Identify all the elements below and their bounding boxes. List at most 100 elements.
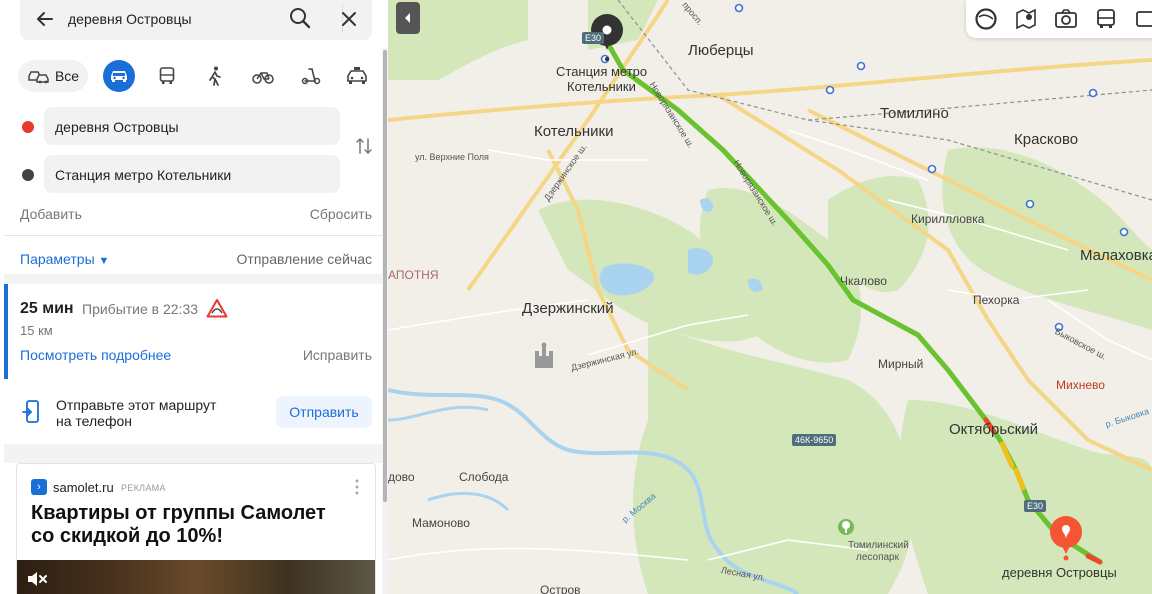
close-icon[interactable] (338, 8, 360, 30)
destination-marker-icon (22, 169, 34, 181)
ad-site[interactable]: samolet.ru (53, 480, 114, 495)
map-label-pekhorka: Пехорка (973, 293, 1020, 307)
caret-down-icon: ▼ (98, 255, 110, 267)
road-badge-e30: E30 (1024, 500, 1047, 512)
parameters-dropdown[interactable]: Параметры ▼ (20, 251, 109, 267)
taxi-icon (347, 67, 367, 84)
section-gap (4, 274, 382, 284)
send-to-phone-row: Отправьте этот маршрут на телефон Отправ… (4, 380, 382, 444)
road-warning-icon (206, 299, 228, 318)
departure-time[interactable]: Отправление сейчас (237, 251, 372, 267)
mode-scooter-button[interactable] (296, 60, 326, 92)
globe-icon[interactable] (974, 7, 998, 31)
map-label-mamonovo: Мамоново (412, 516, 470, 530)
map-label-lyubertsy: Люберцы (688, 42, 754, 59)
map-label-mirny: Мирный (878, 357, 924, 371)
search-icon[interactable] (288, 6, 312, 30)
scooter-icon (301, 68, 321, 85)
map-label-sloboda: Слобода (459, 470, 509, 484)
scrollbar-thumb[interactable] (383, 50, 387, 502)
origin-field[interactable]: деревня Островцы (44, 107, 340, 145)
send-to-phone-line1: Отправьте этот маршрут (56, 397, 217, 413)
route-distance: 15 км (20, 323, 53, 338)
route-option-card[interactable]: 25 мин Прибытие в 22:33 15 км Посмотреть… (4, 284, 382, 379)
mode-bus-button[interactable] (152, 60, 182, 92)
ad-headline-line2: со скидкой до 10%! (31, 525, 223, 547)
phone-icon (22, 400, 39, 423)
end-point (1063, 555, 1069, 561)
map-label-malakhovka: Малаховка (1080, 247, 1152, 264)
mode-taxi-button[interactable] (342, 60, 372, 92)
cars-icon (28, 71, 49, 84)
send-to-phone-line2: на телефон (56, 413, 132, 429)
route-duration: 25 мин (20, 300, 74, 317)
map-label-oktyabrsky: Октябрьский (949, 421, 1038, 438)
map-label-mikhnevo: Михнево (1056, 378, 1105, 392)
map-label-kotelniki: Котельники (534, 123, 614, 140)
ad-video[interactable] (17, 560, 375, 594)
mute-icon[interactable] (25, 568, 49, 590)
route-arrival: Прибытие в 22:33 (82, 301, 199, 317)
send-to-phone-text: Отправьте этот маршрут на телефон (56, 397, 216, 429)
mode-all-button[interactable]: Все (18, 60, 88, 92)
car-icon (111, 71, 127, 82)
map-label-kirillovka: Кириллловка (911, 212, 985, 226)
chevron-left-icon (405, 13, 410, 23)
route-panel: деревня Островцы Все деревня Островцы Ст… (0, 0, 388, 594)
map-label-park-line1: Томилинский (848, 540, 909, 551)
transport-modes: Все (18, 60, 378, 92)
section-gap (4, 444, 382, 463)
park-icon (838, 519, 854, 535)
map-label-chkalovo: Чкалово (840, 274, 887, 288)
brand-arrow-icon: › (31, 479, 47, 495)
ad-card[interactable]: › samolet.ru РЕКЛАМА Квартиры от группы … (16, 463, 376, 594)
map-label-ostrov: Остров (540, 583, 581, 594)
map[interactable]: Люберцы Котельники Станция метро Котельн… (388, 0, 1152, 594)
map-label-metro-line2: Котельники (567, 79, 636, 94)
origin-field-value: деревня Островцы (55, 119, 179, 135)
collapse-panel-button[interactable] (396, 2, 420, 34)
road-badge-46k: 46К-9650 (792, 434, 837, 446)
map-label-tomilino: Томилино (880, 105, 949, 122)
divider (4, 235, 382, 236)
selected-accent-bar (4, 284, 8, 379)
map-layers-toolbar (966, 0, 1152, 38)
map-label-destination: деревня Островцы (1002, 565, 1117, 580)
bicycle-icon (252, 72, 274, 84)
street-label-verkhnie-polya: ул. Верхние Поля (415, 152, 489, 162)
map-layers-icon[interactable] (1014, 7, 1038, 31)
road-badge-e30-top: E30 (582, 32, 605, 44)
camera-icon[interactable] (1054, 7, 1078, 31)
fix-link[interactable]: Исправить (303, 347, 372, 363)
ad-headline-line1: Квартиры от группы Самолет (31, 502, 326, 524)
monastery-icon (535, 342, 553, 368)
parameters-label: Параметры (20, 251, 95, 267)
bus-icon (159, 67, 175, 84)
destination-field[interactable]: Станция метро Котельники (44, 155, 340, 193)
start-point (605, 57, 609, 61)
search-query[interactable]: деревня Островцы (68, 11, 192, 27)
map-label-kraskovo: Красково (1014, 131, 1079, 148)
map-label-metro-line1: Станция метро (556, 64, 648, 79)
details-link[interactable]: Посмотреть подробнее (20, 347, 171, 363)
map-label-dovo: дово (388, 470, 415, 484)
back-arrow-icon[interactable] (34, 8, 56, 30)
map-label-kapotnya: АПОТНЯ (388, 268, 439, 282)
reset-link[interactable]: Сбросить (310, 206, 372, 222)
map-label-dzerzhinsky: Дзержинский (522, 300, 614, 317)
swap-icon[interactable] (354, 136, 374, 156)
destination-field-value: Станция метро Котельники (55, 167, 232, 183)
transit-icon[interactable] (1094, 7, 1118, 31)
pedestrian-icon (209, 66, 221, 86)
send-button[interactable]: Отправить (276, 396, 372, 428)
mode-bike-button[interactable] (248, 60, 278, 92)
search-bar: деревня Островцы (20, 0, 372, 40)
route-actions: Добавить Сбросить (20, 206, 372, 222)
mode-walk-button[interactable] (200, 60, 230, 92)
add-point-link[interactable]: Добавить (20, 206, 82, 222)
map-label-park-line2: лесопарк (856, 552, 899, 563)
ad-headline[interactable]: Квартиры от группы Самолет со скидкой до… (31, 502, 361, 548)
mode-car-button[interactable] (103, 60, 135, 92)
more-options-icon[interactable] (353, 478, 361, 496)
panorama-icon[interactable] (1134, 7, 1152, 31)
